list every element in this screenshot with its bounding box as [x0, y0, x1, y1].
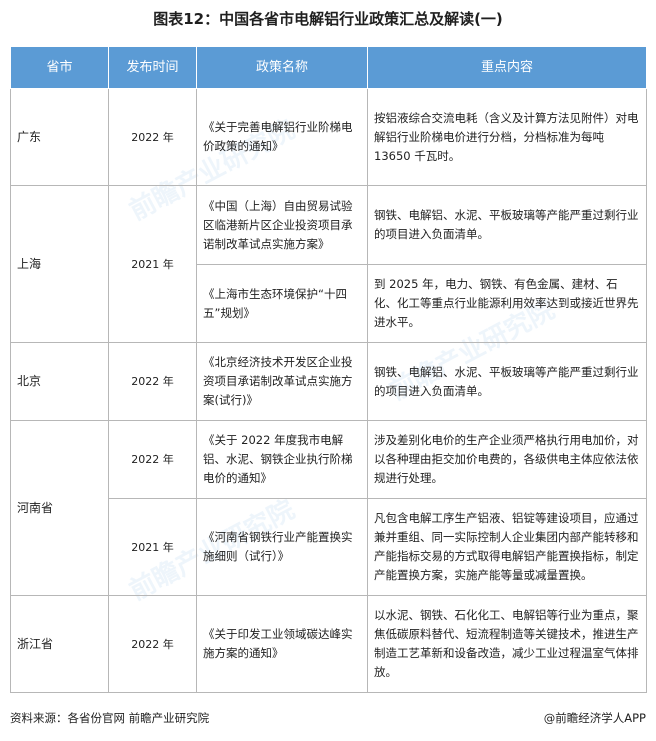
content-cell: 钢铁、电解铝、水泥、平板玻璃等产能严重过剩行业的项目进入负面清单。 [367, 185, 647, 265]
table-row: 浙江省 2022 年 《关于印发工业领域碳达峰实施方案的通知》 以水泥、钢铁、石… [10, 595, 647, 693]
column-header-policy-name: 政策名称 [196, 46, 368, 89]
year-cell: 2022 年 [108, 88, 197, 186]
content-cell: 凡包含电解工序生产铝液、铝锭等建设项目，应通过兼并重组、同一实际控制人企业集团内… [367, 498, 647, 596]
province-cell: 广东 [10, 88, 109, 186]
table-row: 广东 2022 年 《关于完善电解铝行业阶梯电价政策的通知》 按铝液综合交流电耗… [10, 88, 647, 186]
year-cell: 2022 年 [108, 342, 197, 421]
brand-credit: @前瞻经济学人APP [543, 711, 646, 725]
province-cell: 河南省 [10, 420, 109, 596]
content-cell: 按铝液综合交流电耗（含义及计算方法见附件）对电解铝行业阶梯电价进行分档，分档标准… [367, 88, 647, 186]
table-header-row: 省市 发布时间 政策名称 重点内容 [10, 46, 647, 89]
province-cell: 北京 [10, 342, 109, 421]
content-cell: 到 2025 年，电力、钢铁、有色金属、建材、石化、化工等重点行业能源利用效率达… [367, 264, 647, 343]
policy-name-cell: 《北京经济技术开发区企业投资项目承诺制改革试点实施方案(试行)》 [196, 342, 368, 421]
province-cell: 上海 [10, 185, 109, 343]
content-cell: 钢铁、电解铝、水泥、平板玻璃等产能严重过剩行业的项目进入负面清单。 [367, 342, 647, 421]
policy-name-cell: 《关于印发工业领域碳达峰实施方案的通知》 [196, 595, 368, 693]
policy-name-cell: 《关于 2022 年度我市电解铝、水泥、钢铁企业执行阶梯电价的通知》 [196, 420, 368, 499]
year-cell: 2022 年 [108, 595, 197, 693]
table-row: 上海 2021 年 《中国（上海）自由贸易试验区临港新片区企业投资项目承诺制改革… [10, 185, 647, 343]
year-cell: 2021 年 [108, 185, 197, 343]
province-cell: 浙江省 [10, 595, 109, 693]
column-header-province: 省市 [10, 46, 109, 89]
column-header-date: 发布时间 [108, 46, 197, 89]
policy-table: 省市 发布时间 政策名称 重点内容 广东 2022 年 《关于完善电解铝行业阶梯… [10, 46, 647, 693]
table-row: 河南省 2022 年 《关于 2022 年度我市电解铝、水泥、钢铁企业执行阶梯电… [10, 420, 647, 596]
content-cell: 以水泥、钢铁、石化化工、电解铝等行业为重点，聚焦低碳原料替代、短流程制造等关键技… [367, 595, 647, 693]
page-title: 图表12：中国各省市电解铝行业政策汇总及解读(一) [153, 10, 503, 28]
year-cell: 2021 年 [108, 498, 197, 596]
footer: 资料来源：各省份官网 前瞻产业研究院 @前瞻经济学人APP [10, 710, 646, 726]
source-note: 资料来源：各省份官网 前瞻产业研究院 [10, 711, 210, 725]
policy-name-cell: 《河南省钢铁行业产能置换实施细则（试行）》 [196, 498, 368, 596]
content-cell: 涉及差别化电价的生产企业须严格执行用电加价，对以各种理由拒交加价电费的，各级供电… [367, 420, 647, 499]
column-header-key-content: 重点内容 [367, 46, 647, 89]
year-cell: 2022 年 [108, 420, 197, 499]
policy-name-cell: 《关于完善电解铝行业阶梯电价政策的通知》 [196, 88, 368, 186]
policy-name-cell: 《上海市生态环境保护“十四五”规划》 [196, 264, 368, 343]
table-row: 北京 2022 年 《北京经济技术开发区企业投资项目承诺制改革试点实施方案(试行… [10, 342, 647, 421]
policy-name-cell: 《中国（上海）自由贸易试验区临港新片区企业投资项目承诺制改革试点实施方案》 [196, 185, 368, 265]
